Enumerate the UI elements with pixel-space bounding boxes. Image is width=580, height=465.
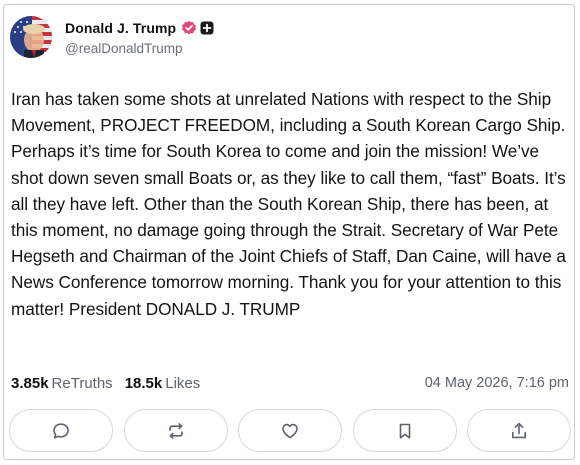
post-action-bar [9,409,571,453]
author-display-name[interactable]: Donald J. Trump [65,20,176,36]
likes-label[interactable]: Likes [165,375,200,392]
bookmark-button[interactable] [352,409,457,452]
retruths-label[interactable]: ReTruths [52,375,113,392]
avatar-image [10,16,52,58]
bookmark-icon [399,423,410,439]
heart-icon [282,423,298,438]
comment-icon [53,422,69,439]
retruth-button[interactable] [123,409,228,452]
post-timestamp[interactable]: 04 May 2026, 7:16 pm [425,375,571,391]
reply-button[interactable] [9,409,113,452]
post-stats: 3.85k ReTruths 18.5k Likes 04 May 2026, … [11,373,571,393]
verified-badge-icon [181,20,197,36]
share-icon [511,422,526,438]
post-header: Donald J. Trump @realDonaldTrump [10,15,214,59]
post-body-text: Iran has taken some shots at unrelated N… [11,89,566,319]
author-info: Donald J. Trump @realDonaldTrump [65,18,214,56]
share-button[interactable] [467,409,571,452]
likes-count[interactable]: 18.5k [125,375,163,392]
avatar[interactable] [10,16,52,58]
like-button[interactable] [238,409,342,452]
repost-icon [168,422,183,439]
retruths-count[interactable]: 3.85k [11,375,49,392]
author-name-row: Donald J. Trump [65,18,214,38]
author-handle[interactable]: @realDonaldTrump [65,41,214,56]
plus-badge-icon [200,21,214,35]
